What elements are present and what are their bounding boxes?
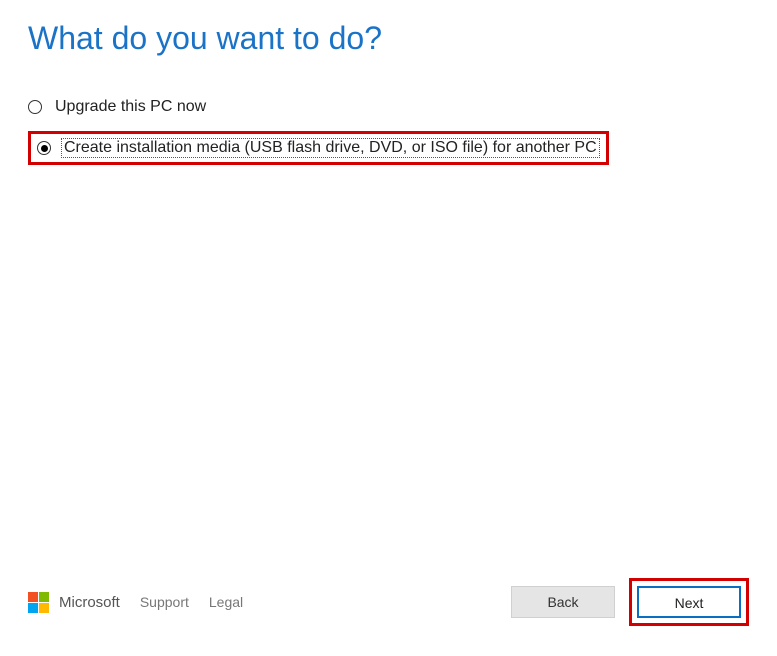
microsoft-text: Microsoft (59, 594, 120, 611)
option-create-media[interactable]: Create installation media (USB flash dri… (37, 138, 600, 158)
option-create-media-label: Create installation media (USB flash dri… (61, 138, 600, 158)
radio-selected-icon (37, 141, 51, 155)
footer-right: Back Next (511, 578, 749, 626)
radio-unselected-icon (28, 100, 42, 114)
legal-link[interactable]: Legal (209, 594, 243, 610)
microsoft-logo-icon (28, 592, 49, 613)
footer: Microsoft Support Legal Back Next (28, 578, 749, 626)
option-upgrade-label: Upgrade this PC now (52, 97, 209, 117)
microsoft-brand: Microsoft (28, 592, 120, 613)
next-button[interactable]: Next (637, 586, 741, 618)
options-group: Upgrade this PC now Create installation … (28, 97, 777, 165)
support-link[interactable]: Support (140, 594, 189, 610)
page-title: What do you want to do? (28, 20, 777, 57)
option-upgrade[interactable]: Upgrade this PC now (28, 97, 777, 117)
highlight-box-option: Create installation media (USB flash dri… (28, 131, 609, 165)
back-button[interactable]: Back (511, 586, 615, 618)
footer-left: Microsoft Support Legal (28, 592, 243, 613)
highlight-box-next: Next (629, 578, 749, 626)
